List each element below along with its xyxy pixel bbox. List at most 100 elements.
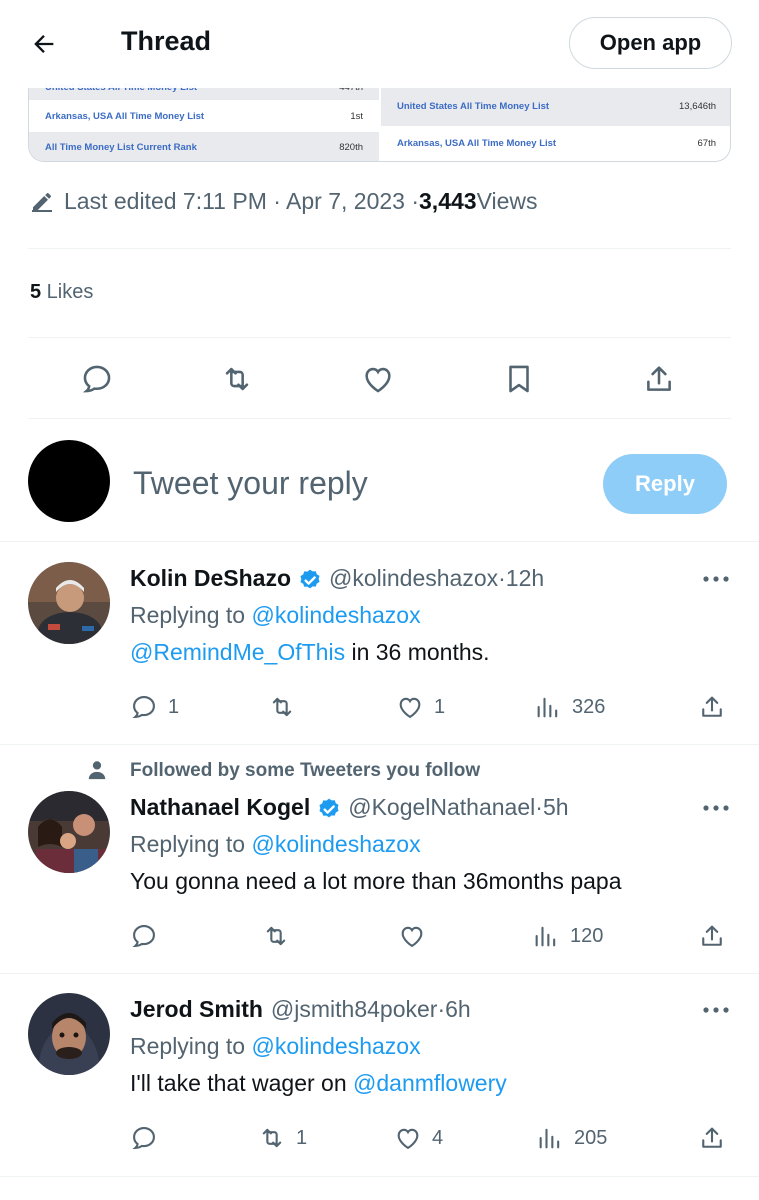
- media-row: Arkansas, USA All Time Money List 67th: [381, 128, 730, 158]
- tweet-text: You gonna need a lot more than 36months …: [130, 868, 621, 895]
- author-name[interactable]: Nathanael Kogel: [130, 794, 310, 821]
- media-row-value: 13,646th: [679, 100, 716, 112]
- author-handle[interactable]: @KogelNathanael: [348, 794, 535, 821]
- reply-icon: [82, 365, 111, 393]
- avatar[interactable]: [28, 562, 110, 644]
- views-icon: [535, 926, 556, 947]
- replying-to: Replying to @kolindeshazox: [130, 602, 421, 629]
- person-icon: [88, 761, 106, 780]
- likes-summary[interactable]: 5 Likes: [30, 281, 93, 304]
- reply-tweet[interactable]: Kolin DeShazo @kolindeshazox · 12h Reply…: [0, 541, 759, 744]
- media-row-label: Arkansas, USA All Time Money List: [45, 110, 205, 122]
- replying-prefix: Replying to: [130, 1033, 252, 1059]
- reply-icon: [132, 1127, 155, 1149]
- timestamp[interactable]: 5h: [543, 794, 569, 821]
- author-handle[interactable]: @kolindeshazox: [329, 565, 498, 592]
- reply-button[interactable]: [130, 1122, 158, 1154]
- retweet-button[interactable]: [268, 691, 306, 723]
- retweet-button[interactable]: [220, 362, 254, 396]
- social-context: Followed by some Tweeters you follow: [130, 760, 481, 781]
- retweet-button[interactable]: [262, 920, 290, 952]
- views-label[interactable]: Views: [477, 188, 538, 215]
- tweet-meta: Last edited 7:11 PM · Apr 7, 2023 · 3,44…: [30, 188, 538, 215]
- retweet-icon: [266, 926, 286, 946]
- like-button[interactable]: [361, 362, 395, 396]
- tweet-text: I'll take that wager on @danmflowery: [130, 1070, 507, 1097]
- reply-icon: [132, 696, 155, 718]
- retweet-icon: [262, 1128, 282, 1148]
- back-button[interactable]: [28, 28, 60, 60]
- media-image-right[interactable]: United States All Time Money List 13,646…: [381, 80, 730, 161]
- timestamp[interactable]: 12h: [506, 565, 544, 592]
- mention-link[interactable]: @kolindeshazox: [251, 1033, 420, 1059]
- reply-submit-button[interactable]: Reply: [603, 454, 727, 514]
- views-count: 326: [572, 695, 606, 718]
- media-row: United States All Time Money List 13,646…: [381, 86, 730, 126]
- media-row-value: 820th: [339, 141, 363, 153]
- bookmark-button[interactable]: [502, 362, 536, 396]
- likes-count: 5: [30, 281, 42, 303]
- retweet-button[interactable]: 1: [258, 1122, 307, 1154]
- share-button[interactable]: [642, 362, 676, 396]
- views-count: 120: [570, 924, 604, 947]
- retweet-icon: [225, 367, 249, 391]
- tweet-media[interactable]: United States All Time Money List 447th …: [28, 80, 731, 162]
- media-row: Arkansas, USA All Time Money List 1st: [29, 100, 379, 132]
- share-button[interactable]: [698, 691, 726, 723]
- tweet-body: I'll take that wager on: [130, 1070, 354, 1096]
- share-button[interactable]: [698, 920, 726, 952]
- like-button[interactable]: [398, 920, 426, 952]
- more-button[interactable]: [700, 798, 732, 818]
- reply-tweet[interactable]: Followed by some Tweeters you follow Nat…: [0, 744, 759, 973]
- tweet-action-bar: [28, 350, 731, 408]
- reply-button[interactable]: [130, 920, 158, 952]
- more-icon: [703, 1007, 729, 1013]
- back-arrow-icon: [34, 35, 54, 53]
- mention-link[interactable]: @RemindMe_OfThis: [130, 639, 345, 665]
- like-count: 1: [434, 695, 446, 718]
- reply-tweet[interactable]: Jerod Smith @jsmith84poker · 6h Replying…: [0, 973, 759, 1176]
- reply-count: 1: [168, 695, 180, 718]
- author-name[interactable]: Kolin DeShazo: [130, 565, 291, 592]
- views-button[interactable]: 326: [534, 691, 605, 723]
- separator: ·: [498, 565, 506, 591]
- verified-icon: [297, 566, 323, 592]
- tweet-text: @RemindMe_OfThis in 36 months.: [130, 639, 490, 666]
- separator: ·: [437, 996, 446, 1022]
- views-button[interactable]: 205: [536, 1122, 607, 1154]
- share-icon: [702, 925, 722, 946]
- views-button[interactable]: 120: [532, 920, 603, 952]
- avatar[interactable]: [28, 993, 110, 1075]
- replying-to: Replying to @kolindeshazox: [130, 1033, 421, 1060]
- mention-link[interactable]: @danmflowery: [353, 1070, 507, 1096]
- avatar[interactable]: [28, 791, 110, 873]
- timestamp[interactable]: 6h: [445, 996, 471, 1023]
- share-icon: [702, 1127, 722, 1148]
- more-button[interactable]: [700, 569, 732, 589]
- divider: [28, 248, 731, 249]
- retweet-count: 1: [296, 1126, 308, 1149]
- open-app-button[interactable]: Open app: [569, 17, 732, 69]
- reply-button[interactable]: 1: [130, 691, 179, 723]
- tweet-header: Jerod Smith @jsmith84poker · 6h: [130, 996, 471, 1023]
- reply-button[interactable]: [80, 362, 114, 396]
- more-icon: [703, 805, 729, 811]
- media-image-left[interactable]: United States All Time Money List 447th …: [29, 80, 379, 161]
- bookmark-icon: [509, 365, 529, 393]
- reply-input[interactable]: [133, 465, 573, 502]
- media-row-value: 67th: [697, 137, 717, 149]
- media-row-value: 1st: [350, 110, 363, 122]
- like-count: 4: [432, 1126, 444, 1149]
- tweet-actions: 1 4 205: [130, 1122, 730, 1154]
- like-button[interactable]: 4: [394, 1122, 443, 1154]
- author-handle[interactable]: @jsmith84poker: [271, 996, 438, 1023]
- views-count: 205: [574, 1126, 608, 1149]
- author-name[interactable]: Jerod Smith: [130, 996, 263, 1023]
- views-icon: [537, 697, 558, 718]
- more-button[interactable]: [700, 1000, 732, 1020]
- like-button[interactable]: 1: [396, 691, 445, 723]
- edited-text: Last edited 7:11 PM · Apr 7, 2023 ·: [64, 188, 420, 214]
- mention-link[interactable]: @kolindeshazox: [251, 602, 420, 628]
- mention-link[interactable]: @kolindeshazox: [251, 831, 420, 857]
- share-button[interactable]: [698, 1122, 726, 1154]
